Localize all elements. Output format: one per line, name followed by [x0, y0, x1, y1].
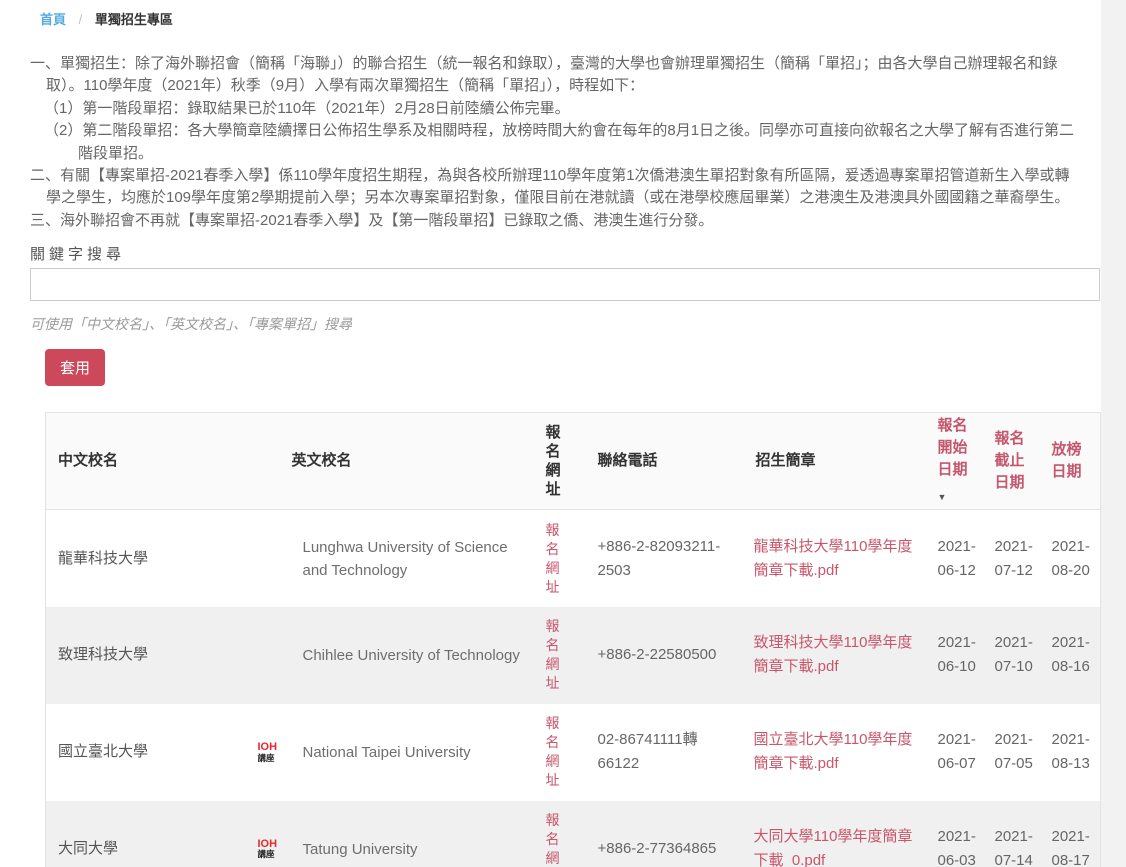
registration-start-cell: 2021-06-03: [930, 801, 987, 867]
table-row: 致理科技大學 IOH 講座 Chihlee University of Tech…: [46, 607, 1101, 704]
english-name-cell: IOH 講座 Tatung University: [246, 801, 534, 867]
announce-date-cell: 2021-08-13: [1044, 704, 1101, 801]
english-name-text: National Taipei University: [303, 741, 471, 764]
apply-button[interactable]: 套用: [45, 349, 105, 386]
header-chinese-name: 中文校名: [46, 413, 246, 510]
chinese-name-cell: 致理科技大學: [46, 607, 246, 704]
breadcrumb-home-link[interactable]: 首頁: [40, 12, 66, 27]
announce-date-cell: 2021-08-17: [1044, 801, 1101, 867]
announce-date-cell: 2021-08-16: [1044, 607, 1101, 704]
registration-url-link[interactable]: 報名網址: [546, 521, 562, 597]
brochure-cell: 龍華科技大學110學年度簡章下載.pdf: [744, 510, 930, 607]
search-input[interactable]: [30, 268, 1100, 301]
intro-text: 有關【專案單招-2021春季入學】係110學年度招生期程，為與各校所辦理110學…: [46, 167, 1070, 206]
registration-end-cell: 2021-07-05: [987, 704, 1044, 801]
header-english-name: 英文校名: [246, 413, 534, 510]
registration-end-cell: 2021-07-10: [987, 607, 1044, 704]
table-row: 龍華科技大學 IOH 講座 Lunghwa University of Scie…: [46, 510, 1101, 607]
phone-cell: +886-2-22580500: [586, 607, 744, 704]
intro-paragraph: 二、有關【專案單招-2021春季入學】係110學年度招生期程，為與各校所辦理11…: [30, 165, 1075, 210]
ioh-lecture-badge[interactable]: IOH 講座: [258, 839, 303, 859]
search-section: 關鍵字搜尋 可使用「中文校名」、「英文校名」、「專案單招」搜尋 套用: [30, 243, 1100, 386]
table-body: 龍華科技大學 IOH 講座 Lunghwa University of Scie…: [46, 510, 1101, 867]
phone-cell: +886-2-82093211-2503: [586, 510, 744, 607]
registration-start-cell: 2021-06-12: [930, 510, 987, 607]
breadcrumb-current: 單獨招生專區: [95, 12, 173, 27]
header-registration-url: 報名網址: [534, 413, 586, 510]
registration-url-link[interactable]: 報名網址: [546, 714, 562, 790]
sort-descending-icon: ▼: [938, 486, 979, 508]
intro-notes: 一、單獨招生：除了海外聯招會（簡稱「海聯」）的聯合招生（統一報名和錄取），臺灣的…: [30, 53, 1075, 232]
registration-url-cell: 報名網址: [534, 801, 586, 867]
intro-paragraph: 一、單獨招生：除了海外聯招會（簡稱「海聯」）的聯合招生（統一報名和錄取），臺灣的…: [30, 53, 1075, 98]
table-row: 國立臺北大學 IOH 講座 National Taipei University…: [46, 704, 1101, 801]
search-label: 關鍵字搜尋: [30, 243, 1100, 264]
intro-marker: 二、: [30, 167, 60, 184]
header-phone: 聯絡電話: [586, 413, 744, 510]
header-registration-start[interactable]: 報名開始日期 ▼: [930, 413, 987, 510]
intro-text: 海外聯招會不再就【專案單招-2021春季入學】及【第一階段單招】已錄取之僑、港澳…: [60, 212, 713, 229]
intro-marker: （1）: [44, 100, 82, 117]
english-name-text: Chihlee University of Technology: [303, 644, 520, 667]
registration-url-cell: 報名網址: [534, 607, 586, 704]
intro-paragraph: 三、海外聯招會不再就【專案單招-2021春季入學】及【第一階段單招】已錄取之僑、…: [30, 210, 1075, 232]
intro-marker: 一、: [30, 55, 60, 72]
english-name-cell: IOH 講座 National Taipei University: [246, 704, 534, 801]
table-header-row: 中文校名 英文校名 報名網址 聯絡電話 招生簡章 報名開始日期 ▼ 報名截止日期…: [46, 413, 1101, 510]
chinese-name-cell: 國立臺北大學: [46, 704, 246, 801]
ioh-badge-top: IOH: [258, 742, 303, 754]
english-name-text: Lunghwa University of Science and Techno…: [303, 536, 522, 582]
intro-paragraph: （2）第二階段單招：各大學簡章陸續擇日公佈招生學系及相關時程，放榜時間大約會在每…: [44, 120, 1075, 165]
brochure-pdf-link[interactable]: 國立臺北大學110學年度簡章下載.pdf: [754, 731, 913, 772]
chinese-name-cell: 龍華科技大學: [46, 510, 246, 607]
intro-text: 第二階段單招：各大學簡章陸續擇日公佈招生學系及相關時程，放榜時間大約會在每年的8…: [78, 122, 1074, 161]
schools-table: 中文校名 英文校名 報名網址 聯絡電話 招生簡章 報名開始日期 ▼ 報名截止日期…: [45, 412, 1101, 867]
brochure-cell: 國立臺北大學110學年度簡章下載.pdf: [744, 704, 930, 801]
content-panel: 首頁 / 單獨招生專區 一、單獨招生：除了海外聯招會（簡稱「海聯」）的聯合招生（…: [0, 0, 1101, 867]
brochure-pdf-link[interactable]: 大同大學110學年度簡章下載_0.pdf: [754, 828, 913, 867]
brochure-pdf-link[interactable]: 龍華科技大學110學年度簡章下載.pdf: [754, 538, 913, 579]
registration-end-cell: 2021-07-14: [987, 801, 1044, 867]
ioh-lecture-badge[interactable]: IOH 講座: [258, 742, 303, 762]
ioh-badge-bottom: 講座: [258, 850, 303, 859]
header-brochure: 招生簡章: [744, 413, 930, 510]
registration-end-cell: 2021-07-12: [987, 510, 1044, 607]
english-name-cell: IOH 講座 Lunghwa University of Science and…: [246, 510, 534, 607]
intro-text: 第一階段單招：錄取結果已於110年（2021年）2月28日前陸續公佈完畢。: [82, 100, 569, 117]
registration-url-link[interactable]: 報名網址: [546, 617, 562, 693]
header-announce-date[interactable]: 放榜日期: [1044, 413, 1101, 510]
header-registration-end[interactable]: 報名截止日期: [987, 413, 1044, 510]
brochure-cell: 致理科技大學110學年度簡章下載.pdf: [744, 607, 930, 704]
registration-start-cell: 2021-06-07: [930, 704, 987, 801]
table-row: 大同大學 IOH 講座 Tatung University 報名網址: [46, 801, 1101, 867]
english-name-cell: IOH 講座 Chihlee University of Technology: [246, 607, 534, 704]
registration-url-cell: 報名網址: [534, 704, 586, 801]
registration-start-cell: 2021-06-10: [930, 607, 987, 704]
brochure-pdf-link[interactable]: 致理科技大學110學年度簡章下載.pdf: [754, 634, 913, 675]
intro-text: 單獨招生：除了海外聯招會（簡稱「海聯」）的聯合招生（統一報名和錄取），臺灣的大學…: [46, 55, 1058, 94]
announce-date-cell: 2021-08-20: [1044, 510, 1101, 607]
registration-url-cell: 報名網址: [534, 510, 586, 607]
intro-marker: 三、: [30, 212, 60, 229]
breadcrumb-separator: /: [79, 12, 83, 27]
intro-marker: （2）: [44, 122, 82, 139]
intro-paragraph: （1）第一階段單招：錄取結果已於110年（2021年）2月28日前陸續公佈完畢。: [44, 98, 1075, 120]
english-name-text: Tatung University: [303, 838, 418, 861]
breadcrumb: 首頁 / 單獨招生專區: [0, 0, 1101, 28]
chinese-name-cell: 大同大學: [46, 801, 246, 867]
header-registration-url-text: 報名網址: [546, 423, 562, 499]
search-hint: 可使用「中文校名」、「英文校名」、「專案單招」搜尋: [30, 314, 1100, 334]
header-registration-start-text[interactable]: 報名開始日期: [938, 417, 968, 478]
phone-cell: +886-2-77364865: [586, 801, 744, 867]
ioh-badge-bottom: 講座: [258, 754, 303, 763]
registration-url-link[interactable]: 報名網址: [546, 811, 562, 867]
phone-cell: 02-86741111轉66122: [586, 704, 744, 801]
brochure-cell: 大同大學110學年度簡章下載_0.pdf: [744, 801, 930, 867]
